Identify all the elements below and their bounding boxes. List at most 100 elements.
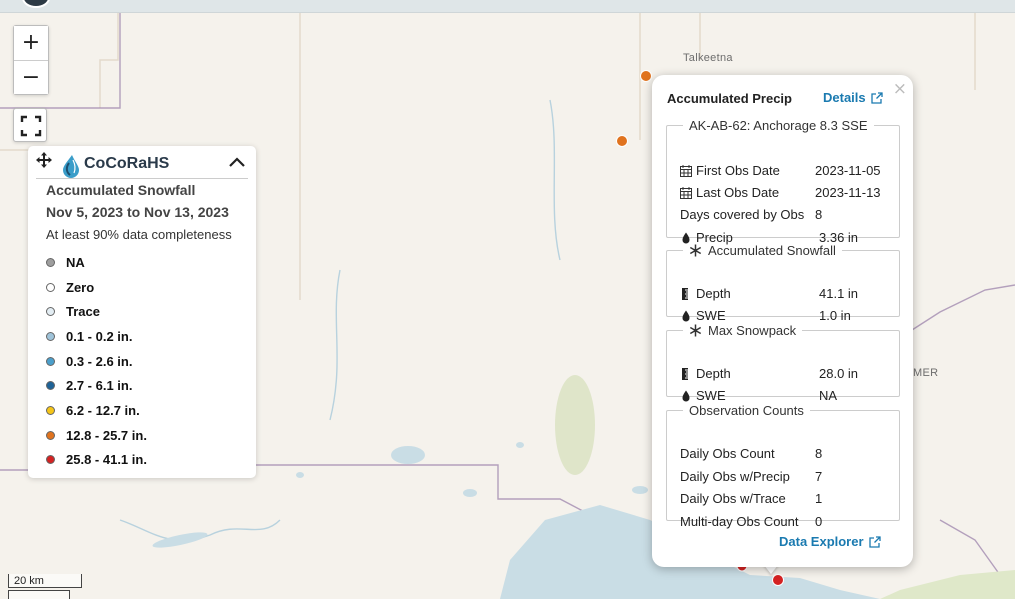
details-link[interactable]: Details [823, 90, 883, 105]
legend-item: Zero [46, 275, 147, 300]
fullscreen-button[interactable] [13, 108, 47, 142]
legend-swatch [46, 307, 55, 317]
legend-label: 25.8 - 41.1 in. [66, 452, 147, 468]
station-marker[interactable] [616, 135, 628, 147]
station-name: AK-AB-62: Anchorage 8.3 SSE [689, 118, 868, 133]
daily-obs-precip-label: Daily Obs w/Precip [680, 469, 790, 484]
zoom-in-button[interactable]: + [14, 26, 48, 60]
drop-icon [682, 390, 690, 401]
snowpack-swe-value: NA [819, 388, 838, 403]
chevron-up-icon[interactable] [228, 155, 246, 169]
obs-counts-section: Observation Counts Daily Obs Count 8 Dai… [666, 403, 900, 529]
station-marker[interactable] [640, 70, 652, 82]
snowpack-depth-value: 28.0 in [819, 366, 859, 381]
ruler-icon [682, 287, 688, 300]
details-link-label: Details [823, 90, 866, 105]
legend-label: 12.8 - 25.7 in. [66, 427, 147, 443]
station-popup: × Accumulated Precip Details AK-AB-62: A… [652, 75, 913, 567]
multiday-obs-label: Multi-day Obs Count [680, 514, 799, 529]
legend-swatch [46, 331, 55, 341]
legend-title: Accumulated Snowfall [46, 182, 196, 198]
scale-bar-km: 20 km [8, 574, 82, 588]
scale-bar: 20 km [8, 574, 82, 599]
legend-list: NA Zero Trace 0.1 - 0.2 in. 0.3 - 2.6 in… [46, 250, 147, 472]
station-marker-selected[interactable] [772, 574, 784, 586]
snowpack-title: Max Snowpack [683, 323, 802, 338]
legend-item: 0.3 - 2.6 in. [46, 349, 147, 374]
scale-bar-mi [8, 590, 70, 599]
legend-swatch [46, 430, 55, 440]
external-link-icon [868, 535, 881, 548]
legend-item: 12.8 - 25.7 in. [46, 423, 147, 448]
snowflake-icon [689, 324, 702, 337]
station-section: AK-AB-62: Anchorage 8.3 SSE First Obs Da… [666, 118, 900, 245]
days-covered-label: Days covered by Obs [680, 207, 805, 222]
close-button[interactable]: × [893, 79, 907, 99]
snowfall-section: Accumulated Snowfall Depth 41.1 in SWE 1… [666, 243, 900, 323]
legend-note: At least 90% data completeness [46, 227, 232, 242]
last-obs-value: 2023-11-13 [815, 185, 881, 200]
daily-obs-trace-label: Daily Obs w/Trace [680, 491, 786, 506]
legend-label: NA [66, 254, 85, 270]
snowpack-swe-label: SWE [680, 388, 726, 403]
legend-swatch [46, 405, 55, 415]
drop-icon [682, 232, 690, 243]
fullscreen-icon [20, 115, 42, 137]
snowpack-depth-label: Depth [680, 366, 731, 381]
last-obs-label: Last Obs Date [680, 185, 779, 200]
daily-obs-trace-value: 1 [815, 491, 823, 506]
top-bar [0, 0, 1015, 13]
zoom-out-button[interactable]: − [14, 60, 48, 94]
days-covered-value: 8 [815, 207, 823, 222]
legend-item: 6.2 - 12.7 in. [46, 398, 147, 423]
legend-header: CoCoRaHS [36, 150, 248, 179]
place-label-talkeetna: Talkeetna [683, 52, 733, 64]
legend-swatch [46, 381, 55, 391]
legend-item: 2.7 - 6.1 in. [46, 373, 147, 398]
first-obs-value: 2023-11-05 [815, 163, 881, 178]
legend-label: Trace [66, 304, 100, 320]
legend-swatch [46, 282, 55, 292]
data-explorer-label: Data Explorer [779, 534, 864, 549]
external-link-icon [870, 91, 883, 104]
popup-title: Accumulated Precip [667, 91, 792, 106]
legend-item: 25.8 - 41.1 in. [46, 448, 147, 473]
first-obs-label: First Obs Date [680, 163, 780, 178]
legend-label: 2.7 - 6.1 in. [66, 378, 133, 394]
legend-date-range: Nov 5, 2023 to Nov 13, 2023 [46, 204, 229, 220]
legend-item: NA [46, 250, 147, 275]
daily-obs-value: 8 [815, 446, 823, 461]
place-label-mer: MER [913, 367, 939, 379]
move-icon[interactable] [36, 152, 52, 168]
snowfall-title: Accumulated Snowfall [683, 243, 842, 258]
legend-swatch [46, 356, 55, 366]
cocorahs-logo-icon [63, 155, 79, 178]
snowpack-section: Max Snowpack Depth 28.0 in SWE NA [666, 323, 900, 403]
snowflake-icon [689, 244, 702, 257]
ruler-icon [682, 367, 688, 380]
legend-swatch [46, 257, 55, 267]
multiday-obs-value: 0 [815, 514, 823, 529]
snowfall-depth-value: 41.1 in [819, 286, 859, 301]
daily-obs-label: Daily Obs Count [680, 446, 775, 461]
legend-item: 0.1 - 0.2 in. [46, 324, 147, 349]
calendar-icon [680, 186, 692, 199]
legend-panel: CoCoRaHS Accumulated Snowfall Nov 5, 202… [28, 146, 256, 478]
snowfall-swe-label: SWE [680, 308, 726, 323]
legend-item: Trace [46, 299, 147, 324]
data-explorer-link[interactable]: Data Explorer [779, 534, 881, 549]
legend-label: 6.2 - 12.7 in. [66, 402, 140, 418]
app-logo-icon[interactable] [22, 0, 50, 8]
legend-label: 0.1 - 0.2 in. [66, 328, 133, 344]
legend-swatch [46, 455, 55, 465]
zoom-control: + − [13, 25, 49, 95]
legend-label: 0.3 - 2.6 in. [66, 353, 133, 369]
legend-brand: CoCoRaHS [84, 155, 170, 172]
daily-obs-precip-value: 7 [815, 469, 823, 484]
drop-icon [682, 310, 690, 321]
snowfall-swe-value: 1.0 in [819, 308, 851, 323]
obs-counts-title: Observation Counts [689, 403, 804, 418]
snowfall-depth-label: Depth [680, 286, 731, 301]
calendar-icon [680, 164, 692, 177]
legend-label: Zero [66, 279, 95, 295]
